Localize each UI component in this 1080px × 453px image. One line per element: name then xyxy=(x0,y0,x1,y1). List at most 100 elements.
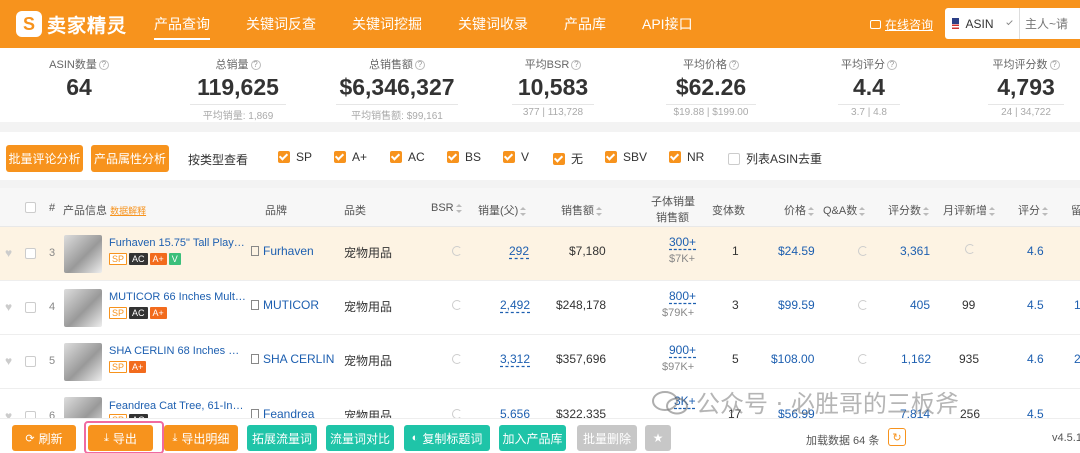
search-type-select[interactable]: ASIN xyxy=(966,17,994,31)
help-icon[interactable]: ? xyxy=(887,60,897,71)
reviews-value[interactable]: 3,361 xyxy=(900,244,930,258)
help-icon[interactable]: ? xyxy=(415,60,425,71)
reload-icon[interactable]: ↻ xyxy=(888,428,906,446)
filter-none[interactable]: 无 xyxy=(553,150,583,167)
col-monthly-new[interactable]: 月评新增 xyxy=(943,202,995,218)
revenue-value: $357,696 xyxy=(556,352,607,366)
help-icon[interactable]: ? xyxy=(98,60,109,71)
nav-product-query[interactable]: 产品查询 xyxy=(154,0,210,48)
table-row[interactable]: ♥ 5 SHA CERLIN 68 Inches Multi-Level Cat… xyxy=(0,335,1080,389)
help-icon[interactable]: ? xyxy=(571,60,582,71)
filter-bs[interactable]: BS xyxy=(447,150,481,164)
nav-product-library[interactable]: 产品库 xyxy=(564,0,606,48)
child-sales-value[interactable]: 800+ xyxy=(669,289,696,303)
col-sales[interactable]: 销量(父) xyxy=(478,202,527,218)
chevron-down-icon[interactable] xyxy=(1005,18,1013,26)
heart-icon[interactable]: ♥ xyxy=(5,355,16,367)
brand-link[interactable]: Furhaven xyxy=(251,244,314,258)
col-price[interactable]: 价格 xyxy=(784,202,814,218)
sales-value[interactable]: 292 xyxy=(509,244,529,258)
row-checkbox[interactable] xyxy=(25,356,36,367)
checkbox-icon[interactable] xyxy=(390,151,402,163)
help-icon[interactable]: ? xyxy=(729,60,739,71)
col-rating[interactable]: 评分 xyxy=(1018,202,1048,218)
sort-icon[interactable] xyxy=(859,206,866,216)
product-title-link[interactable]: Furhaven 15.75" Tall Playground Cat Tree xyxy=(109,237,247,249)
price-value[interactable]: $99.59 xyxy=(778,298,815,312)
price-value[interactable]: $108.00 xyxy=(771,352,814,366)
brand-link[interactable]: SHA CERLIN xyxy=(251,352,334,366)
stat-sub: 平均销售额: $99,161 xyxy=(336,104,458,122)
price-value[interactable]: $24.59 xyxy=(778,244,815,258)
stat-label: 总销售额 xyxy=(369,59,413,71)
nav-keyword-reverse[interactable]: 关键词反查 xyxy=(246,0,316,48)
row-checkbox[interactable] xyxy=(25,248,36,259)
product-thumbnail[interactable] xyxy=(64,235,102,273)
loading-icon xyxy=(452,354,462,364)
sort-icon[interactable] xyxy=(1042,206,1048,216)
checkbox-icon[interactable] xyxy=(278,151,290,163)
checkbox-icon[interactable] xyxy=(669,151,681,163)
heart-icon[interactable]: ♥ xyxy=(5,247,16,259)
product-thumbnail[interactable] xyxy=(64,343,102,381)
filter-dedupe-asin[interactable]: 列表ASIN去重 xyxy=(728,150,822,167)
traffic-words-compare-button[interactable]: 流量词对比 xyxy=(326,425,394,451)
batch-delete-button[interactable]: 批量删除 xyxy=(577,425,637,451)
sales-value[interactable]: 2,492 xyxy=(500,298,530,312)
sort-icon[interactable] xyxy=(808,206,814,216)
checkbox-icon[interactable] xyxy=(553,152,565,165)
product-title-link[interactable]: MUTICOR 66 Inches Multi-Level Cat Tree xyxy=(109,291,247,303)
heart-icon[interactable]: ♥ xyxy=(5,301,16,313)
sort-icon[interactable] xyxy=(455,203,462,213)
export-detail-button[interactable]: ⤓ 导出明细 xyxy=(164,425,238,451)
filter-sp[interactable]: SP xyxy=(278,150,312,164)
table-row[interactable]: ♥ 3 Furhaven 15.75" Tall Playground Cat … xyxy=(0,227,1080,281)
sort-icon[interactable] xyxy=(989,206,995,216)
product-thumbnail[interactable] xyxy=(64,289,102,327)
nav-keyword-index[interactable]: 关键词收录 xyxy=(458,0,528,48)
product-title-link[interactable]: SHA CERLIN 68 Inches Multi-Level Cat Tre… xyxy=(109,345,247,357)
star-favorite-button[interactable]: ★ xyxy=(645,425,671,451)
help-icon[interactable]: ? xyxy=(250,60,261,71)
copy-title-words-button[interactable]: ◐ 复制标题词 xyxy=(404,425,490,451)
product-attribute-analysis-button[interactable]: 产品属性分析 xyxy=(91,145,169,172)
filter-sbv[interactable]: SBV xyxy=(605,150,647,164)
reviews-value[interactable]: 1,162 xyxy=(901,352,931,366)
checkbox-icon[interactable] xyxy=(334,151,346,163)
col-reviews[interactable]: 评分数 xyxy=(888,202,929,218)
row-checkbox[interactable] xyxy=(25,302,36,313)
sort-icon[interactable] xyxy=(596,206,602,216)
nav-api[interactable]: API接口 xyxy=(642,0,693,48)
col-qa[interactable]: Q&A数 xyxy=(823,202,866,218)
checkbox-icon[interactable] xyxy=(447,151,459,163)
data-explain-link[interactable]: 数据解释 xyxy=(110,206,146,216)
col-bsr[interactable]: BSR xyxy=(431,202,462,214)
checkbox-icon[interactable] xyxy=(503,151,515,163)
checkbox-icon[interactable] xyxy=(605,151,617,163)
select-all-checkbox[interactable] xyxy=(25,202,36,213)
reviews-value[interactable]: 405 xyxy=(910,298,930,312)
online-consult-link[interactable]: 在线咨询 xyxy=(870,16,933,33)
filter-ac[interactable]: AC xyxy=(390,150,425,164)
brand-link[interactable]: MUTICOR xyxy=(251,298,319,312)
product-title-link[interactable]: Feandrea Cat Tree, 61-Inch Cat Tower xyxy=(109,400,247,412)
refresh-button[interactable]: ⟳ 刷新 xyxy=(12,425,76,451)
help-icon[interactable]: ? xyxy=(1049,60,1060,71)
child-sales-value[interactable]: 900+ xyxy=(669,343,696,357)
child-sales-value[interactable]: 300+ xyxy=(669,235,696,249)
sort-icon[interactable] xyxy=(923,206,929,216)
batch-review-analysis-button[interactable]: 批量评论分析 xyxy=(6,145,83,172)
col-revenue[interactable]: 销售额 xyxy=(561,202,602,218)
sales-value[interactable]: 3,312 xyxy=(500,352,530,366)
logo[interactable]: S 卖家精灵 xyxy=(16,11,136,38)
checkbox-icon[interactable] xyxy=(728,152,740,165)
filter-aplus[interactable]: A+ xyxy=(334,150,367,164)
table-row[interactable]: ♥ 4 MUTICOR 66 Inches Multi-Level Cat Tr… xyxy=(0,281,1080,335)
expand-traffic-words-button[interactable]: 拓展流量词 xyxy=(247,425,317,451)
add-to-product-library-button[interactable]: 加入产品库 xyxy=(499,425,566,451)
sort-icon[interactable] xyxy=(520,206,527,216)
nav-keyword-mining[interactable]: 关键词挖掘 xyxy=(352,0,422,48)
filter-v[interactable]: V xyxy=(503,150,529,164)
filter-nr[interactable]: NR xyxy=(669,150,704,164)
search-input[interactable] xyxy=(1025,16,1080,31)
